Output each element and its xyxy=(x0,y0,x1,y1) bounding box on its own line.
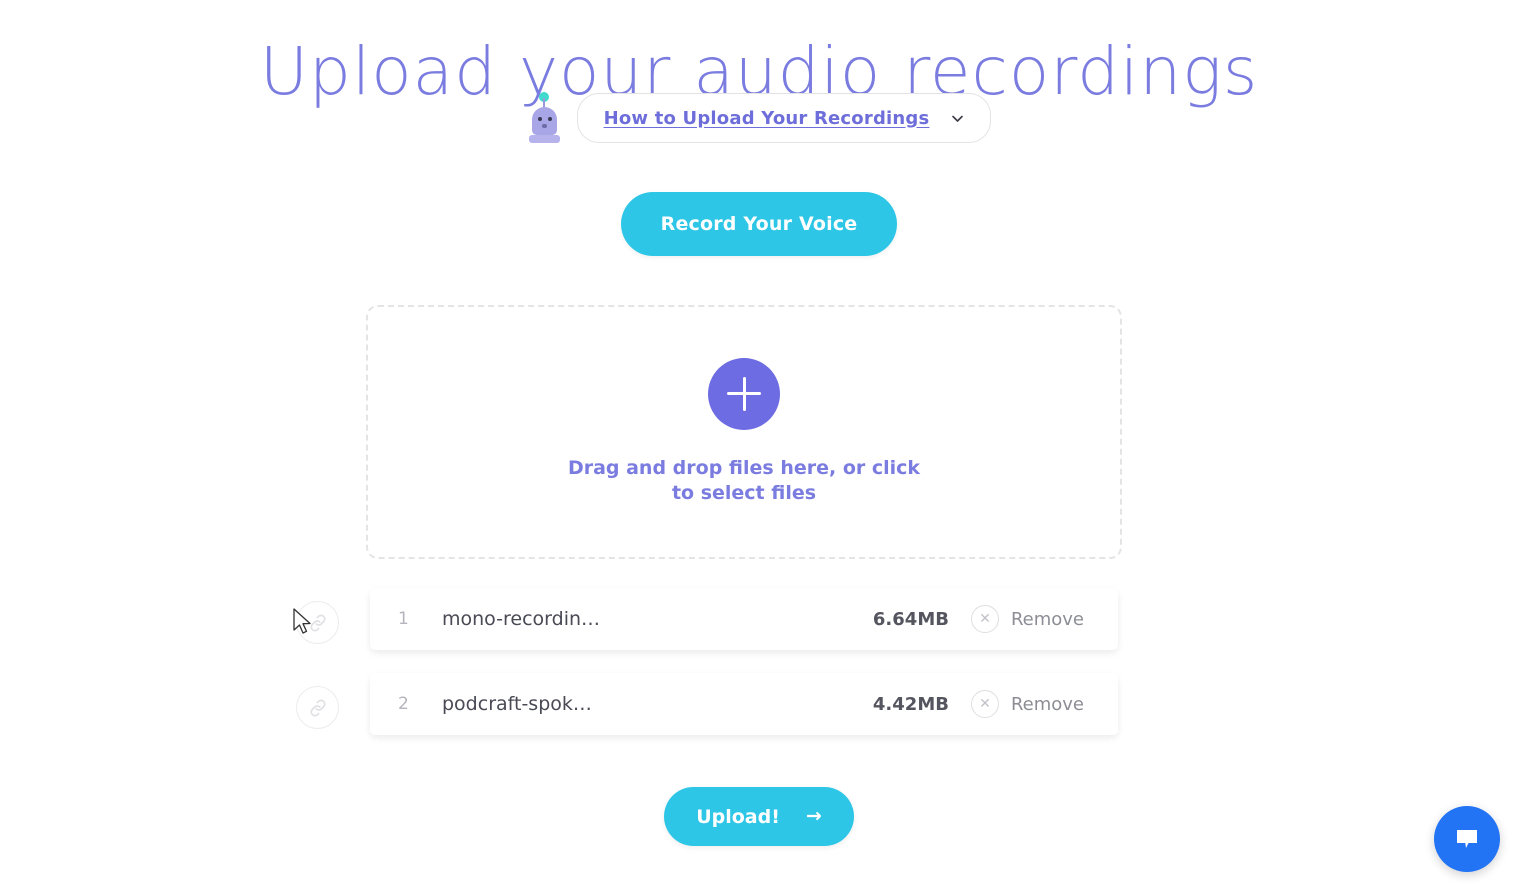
dropzone-instructions: Drag and drop files here, or click to se… xyxy=(567,456,921,504)
file-dropzone[interactable]: Drag and drop files here, or click to se… xyxy=(366,305,1122,559)
how-to-upload-dropdown[interactable]: How to Upload Your Recordings xyxy=(576,93,992,143)
chat-bubble-icon xyxy=(1457,830,1477,848)
record-button-container: Record Your Voice xyxy=(0,192,1518,256)
arrow-right-icon: → xyxy=(805,805,822,827)
file-index: 1 xyxy=(398,609,409,629)
plus-icon xyxy=(727,376,761,411)
upload-button[interactable]: Upload! → xyxy=(664,787,854,846)
chat-widget-button[interactable] xyxy=(1434,806,1500,872)
link-icon[interactable] xyxy=(296,601,339,644)
howto-row: How to Upload Your Recordings xyxy=(0,92,1518,144)
robot-eye-right xyxy=(547,117,552,121)
robot-base xyxy=(528,135,560,143)
close-icon[interactable]: ✕ xyxy=(970,605,999,633)
add-files-button[interactable] xyxy=(708,357,780,430)
robot-eye-left xyxy=(537,117,542,121)
record-your-voice-button[interactable]: Record Your Voice xyxy=(620,192,898,256)
file-size: 6.64MB xyxy=(872,608,949,630)
robot-head xyxy=(531,107,557,135)
file-name: mono-recordin… xyxy=(442,608,601,630)
table-row[interactable]: 1 mono-recordin… 6.64MB ✕ Remove xyxy=(370,588,1118,650)
robot-icon xyxy=(527,92,561,144)
remove-file-button[interactable]: ✕ Remove xyxy=(970,605,1084,633)
upload-page: Upload your audio recordings How to Uplo… xyxy=(0,0,1518,884)
upload-button-label: Upload! xyxy=(696,805,780,828)
link-icon[interactable] xyxy=(296,686,339,729)
table-row[interactable]: 2 podcraft-spok… 4.42MB ✕ Remove xyxy=(370,673,1118,735)
remove-label: Remove xyxy=(1010,608,1084,630)
file-index: 2 xyxy=(398,694,409,714)
file-row-wrapper: 1 mono-recordin… 6.64MB ✕ Remove xyxy=(0,588,1518,673)
remove-label: Remove xyxy=(1010,693,1084,715)
close-icon[interactable]: ✕ xyxy=(970,690,999,718)
file-size: 4.42MB xyxy=(872,693,949,715)
robot-mouth xyxy=(541,124,547,128)
file-row-wrapper: 2 podcraft-spok… 4.42MB ✕ Remove xyxy=(0,673,1518,758)
chevron-down-icon xyxy=(951,112,964,125)
remove-file-button[interactable]: ✕ Remove xyxy=(970,690,1084,718)
file-name: podcraft-spok… xyxy=(442,693,592,715)
how-to-upload-link[interactable]: How to Upload Your Recordings xyxy=(604,108,930,129)
uploaded-file-list: 1 mono-recordin… 6.64MB ✕ Remove 2 podcr… xyxy=(0,588,1518,758)
upload-button-container: Upload! → xyxy=(0,787,1518,846)
